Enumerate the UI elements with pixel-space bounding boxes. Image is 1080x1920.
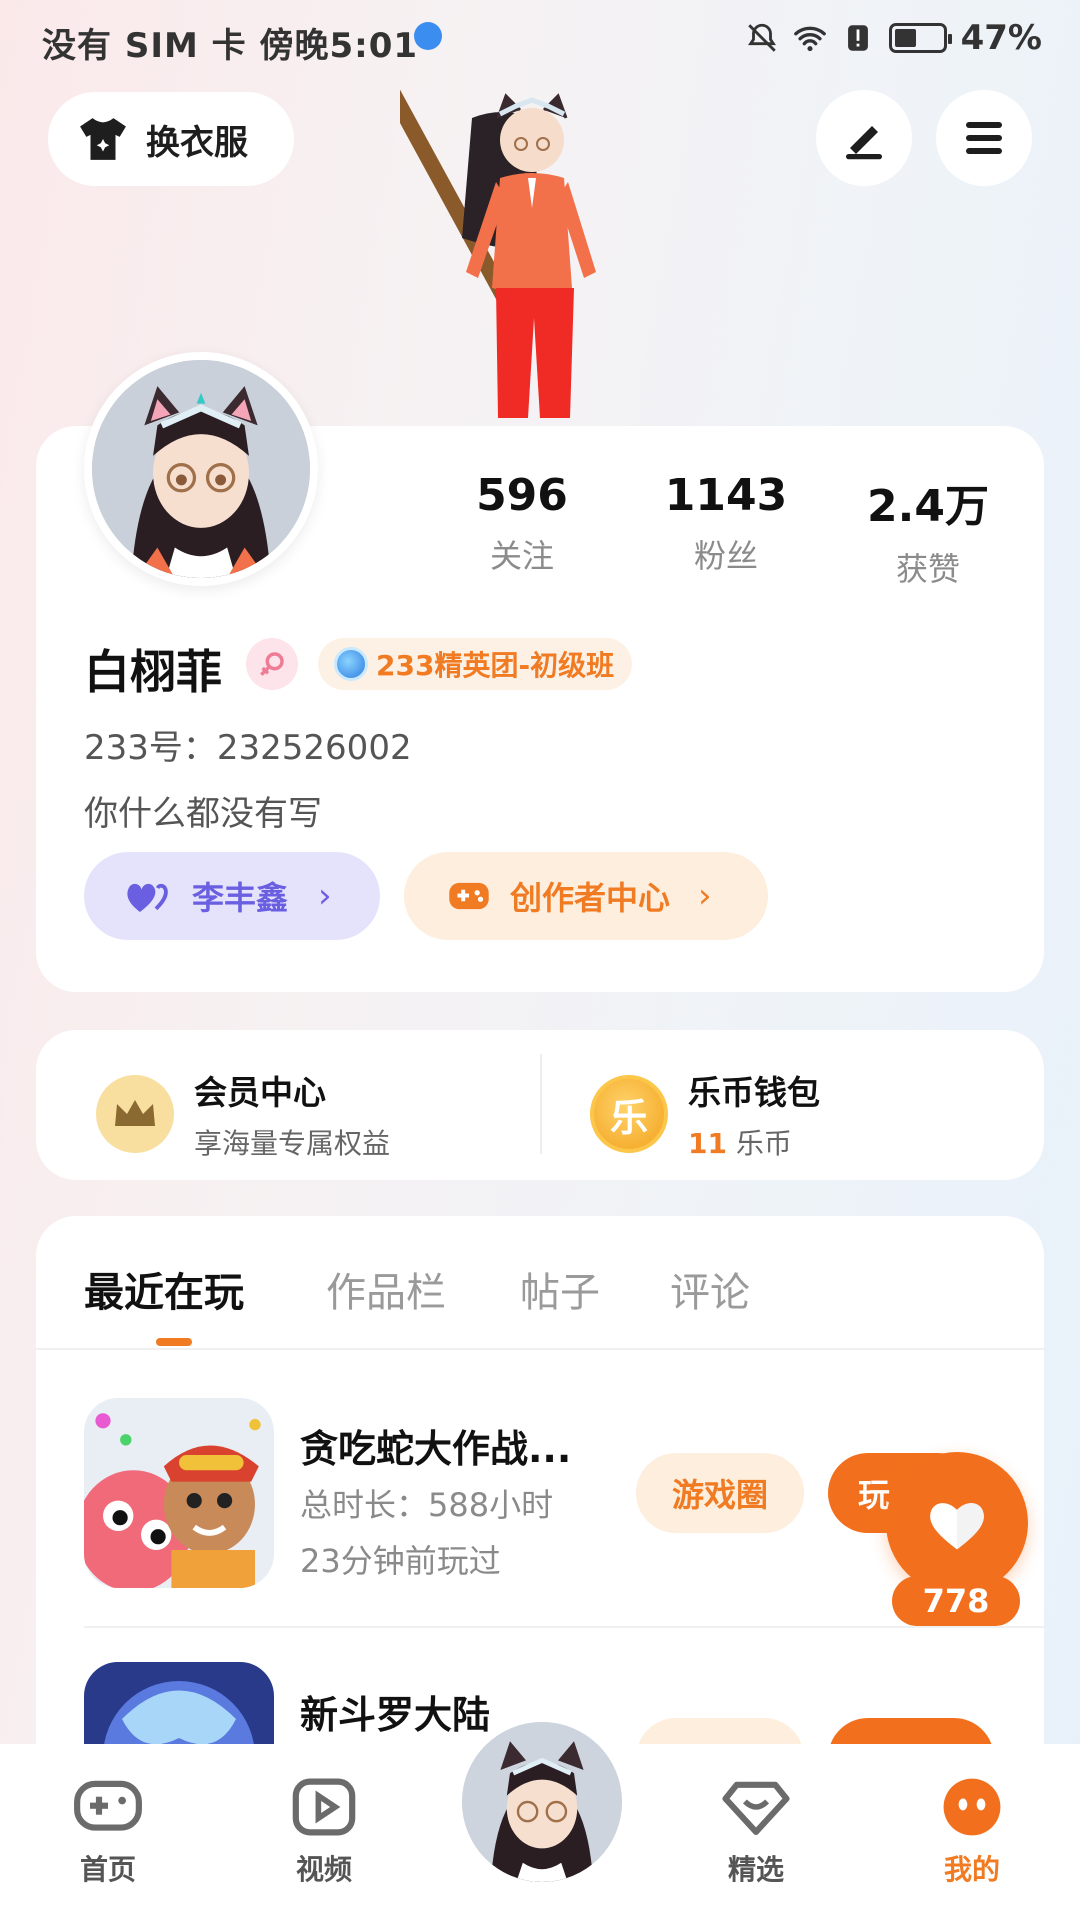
wallet-entry[interactable]: 乐 乐币钱包 11 乐币	[590, 1066, 820, 1162]
crown-icon	[96, 1075, 174, 1153]
stat-label: 关注	[489, 537, 554, 575]
nav-label: 精选	[727, 1853, 784, 1886]
le-coin-icon: 乐	[590, 1075, 668, 1153]
bio-text: 你什么都没有写	[84, 794, 322, 834]
status-icons: 47%	[745, 18, 1042, 58]
avatar-portrait	[92, 360, 310, 578]
tab-recently-played[interactable]: 最近在玩	[84, 1260, 244, 1318]
tab-posts[interactable]: 帖子	[520, 1260, 600, 1318]
gamepad-icon	[449, 882, 489, 910]
wallet-title: 乐币钱包	[688, 1073, 820, 1112]
menu-button[interactable]	[936, 90, 1032, 186]
video-play-icon	[292, 1778, 356, 1836]
creator-center-button[interactable]: 创作者中心 ›	[404, 852, 768, 940]
stat-following[interactable]: 596 关注	[432, 470, 612, 577]
change-clothes-button[interactable]: 换衣服	[48, 92, 294, 186]
game-title[interactable]: 贪吃蛇大作战...	[300, 1418, 571, 1473]
wifi-icon	[793, 26, 826, 52]
vip-title: 会员中心	[194, 1073, 326, 1112]
like-fab[interactable]	[886, 1452, 1028, 1594]
nav-video[interactable]: 视频	[254, 1776, 394, 1888]
user-id: 233号：232526002	[84, 728, 412, 768]
globe-icon	[414, 22, 442, 50]
gem-icon	[334, 647, 368, 681]
nav-label: 我的	[943, 1853, 1000, 1886]
creator-center-label: 创作者中心	[510, 879, 671, 917]
stat-value: 1143	[664, 470, 788, 521]
me-face-icon	[943, 1778, 1001, 1836]
nav-label: 首页	[79, 1853, 136, 1886]
game-last-played: 23分钟前玩过	[300, 1542, 501, 1580]
wallet-amount: 11	[688, 1127, 727, 1160]
battery-icon	[888, 23, 952, 53]
vip-center-entry[interactable]: 会员中心 享海量专属权益	[96, 1066, 390, 1162]
wallet-unit: 乐币	[735, 1127, 792, 1160]
tab-comments[interactable]: 评论	[670, 1260, 750, 1318]
vip-subtitle: 享海量专属权益	[194, 1127, 391, 1160]
nav-me[interactable]: 我的	[902, 1776, 1042, 1888]
divider	[84, 1626, 1044, 1628]
game-title[interactable]: 新斗罗大陆	[300, 1684, 490, 1739]
battery-percent: 47%	[960, 18, 1042, 58]
game-circle-button[interactable]: 游戏圈	[636, 1453, 804, 1533]
partner-button-label: 李丰鑫	[192, 879, 289, 917]
nav-home[interactable]: 首页	[38, 1776, 178, 1888]
edit-pen-icon	[846, 126, 882, 160]
tab-works[interactable]: 作品栏	[326, 1260, 446, 1318]
like-count: 778	[892, 1576, 1020, 1626]
coin-char: 乐	[609, 1095, 648, 1140]
avatar-3d-figure[interactable]	[400, 78, 670, 428]
active-tab-indicator	[156, 1338, 192, 1346]
level-badge[interactable]: 233精英团-初级班	[318, 638, 633, 690]
change-clothes-label: 换衣服	[146, 122, 248, 163]
female-gender-icon	[246, 638, 298, 690]
hearts-icon	[127, 883, 168, 912]
mute-bell-icon	[747, 23, 776, 52]
edit-button[interactable]	[816, 90, 912, 186]
nav-label: 视频	[295, 1853, 352, 1886]
profile-avatar[interactable]	[84, 352, 318, 586]
avatar-portrait	[462, 1722, 622, 1882]
carrier-time: 没有 SIM 卡 傍晚5:01	[42, 26, 419, 66]
partner-button[interactable]: 李丰鑫 ›	[84, 852, 380, 940]
game-icon-snake[interactable]	[84, 1398, 274, 1588]
stat-value: 2.4万	[867, 481, 989, 532]
stat-label: 粉丝	[693, 537, 758, 575]
chevron-right-icon: ›	[318, 876, 332, 916]
nav-featured[interactable]: 精选	[686, 1776, 826, 1888]
chevron-right-icon: ›	[698, 876, 712, 916]
nav-avatar-button[interactable]	[454, 1714, 630, 1890]
heart-diamond-icon	[722, 1781, 790, 1835]
divider	[540, 1054, 542, 1154]
menu-icon	[966, 122, 1002, 154]
level-badge-label: 233精英团-初级班	[376, 649, 615, 682]
heart-icon	[930, 1503, 984, 1550]
profile-name: 白栩菲	[84, 645, 222, 699]
stat-label: 获赞	[895, 550, 960, 588]
status-bar: 没有 SIM 卡 傍晚5:01 47%	[0, 0, 1080, 80]
divider	[36, 1348, 1044, 1350]
game-duration: 总时长：588小时	[300, 1486, 554, 1524]
gamepad-icon	[74, 1780, 142, 1831]
stat-value: 596	[476, 470, 568, 521]
stat-fans[interactable]: 1143 粉丝	[636, 470, 816, 577]
shirt-icon	[80, 118, 126, 160]
alert-icon	[847, 25, 868, 51]
stat-likes[interactable]: 2.4万 获赞	[838, 470, 1018, 590]
